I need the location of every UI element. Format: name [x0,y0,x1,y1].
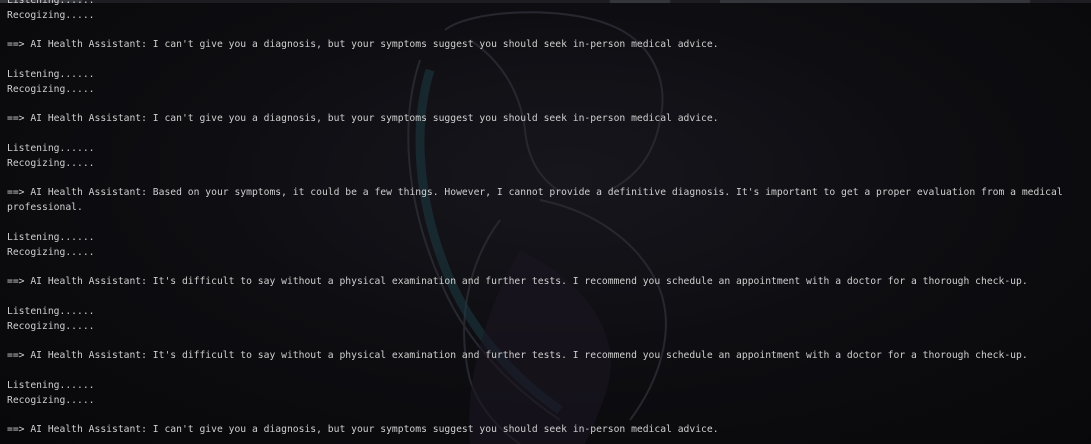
assistant-response-line: ==> AI Health Assistant: Based on your s… [7,187,1063,199]
assistant-response-line: ==> AI Health Assistant: It's difficult … [7,350,1028,362]
status-line: Recogizing..... [7,246,95,258]
status-line: Recogizing..... [7,394,95,406]
status-line: Listening...... [7,305,95,317]
status-line: Recogizing..... [7,9,95,21]
terminal-output: Listening...... Recogizing..... ==> AI Hea… [7,0,1085,438]
status-line: Listening...... [7,379,95,391]
status-line: Recogizing..... [7,320,95,332]
status-line: Listening...... [7,231,95,243]
terminal-window[interactable]: Listening...... Recogizing..... ==> AI Hea… [0,0,1091,444]
status-line: Recogizing..... [7,157,95,169]
assistant-response-line: professional. [7,202,83,214]
assistant-response-line: ==> AI Health Assistant: I can't give yo… [7,113,719,125]
assistant-response-line: ==> AI Health Assistant: I can't give yo… [7,424,719,436]
status-line: Listening...... [7,68,95,80]
status-line: Listening...... [7,142,95,154]
status-line: Listening...... [7,0,95,6]
assistant-response-line: ==> AI Health Assistant: It's difficult … [7,276,1028,288]
status-line: Recogizing..... [7,83,95,95]
assistant-response-line: ==> AI Health Assistant: I can't give yo… [7,39,719,51]
